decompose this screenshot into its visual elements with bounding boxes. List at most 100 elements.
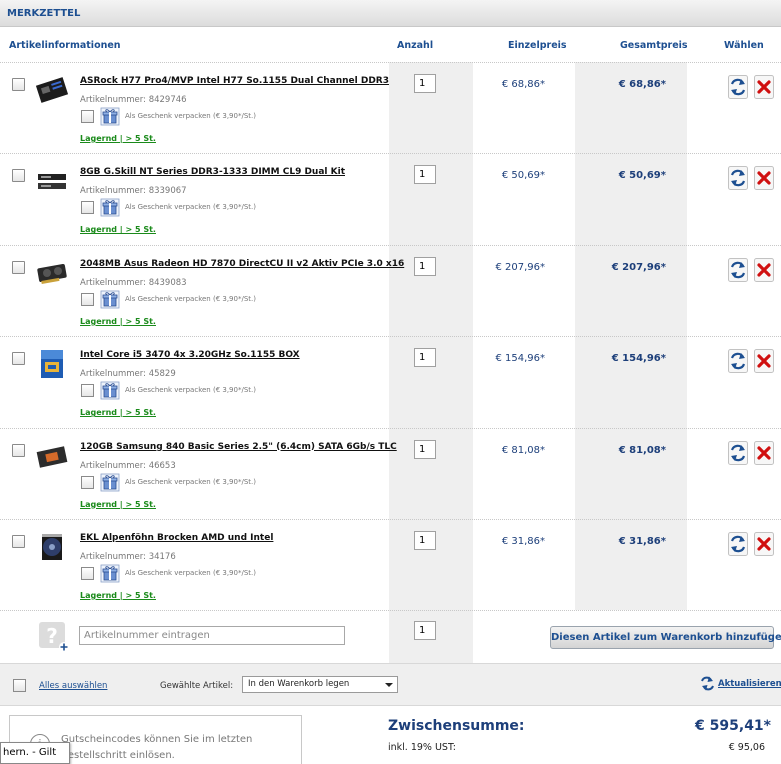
select-all-link[interactable]: Alles auswählen: [39, 681, 107, 691]
unit-price: € 50,69*: [501, 170, 545, 182]
quantity-input[interactable]: 1: [414, 165, 436, 185]
product-name-link[interactable]: 8GB G.Skill NT Series DDR3-1333 DIMM CL9…: [80, 167, 345, 177]
quantity-input[interactable]: 1: [414, 256, 436, 276]
col-header-unit-price: Einzelpreis: [508, 40, 567, 51]
selected-action-dropdown[interactable]: In den Warenkorb legen: [242, 676, 398, 693]
quantity-input[interactable]: 1: [414, 348, 436, 368]
gift-wrap-checkbox[interactable]: [81, 201, 94, 215]
vat-label: inkl. 19% UST:: [388, 742, 456, 753]
add-qty-input[interactable]: 1: [414, 621, 436, 640]
stock-status-link[interactable]: Lagernd | > 5 St.: [80, 317, 156, 326]
product-thumbnail[interactable]: [36, 441, 68, 471]
product-thumbnail[interactable]: [36, 532, 68, 562]
product-name-link[interactable]: 120GB Samsung 840 Basic Series 2.5" (6.4…: [80, 442, 397, 452]
gift-icon: [100, 381, 120, 400]
product-name-link[interactable]: Intel Core i5 3470 4x 3.20GHz So.1155 BO…: [80, 350, 300, 360]
gift-icon: [100, 473, 120, 492]
delete-icon[interactable]: [754, 441, 774, 465]
delete-icon[interactable]: [754, 75, 774, 99]
move-to-cart-icon[interactable]: [728, 166, 748, 190]
product-name-link[interactable]: EKL Alpenföhn Brocken AMD und Intel: [80, 533, 273, 543]
col-header-info: Artikelinformationen: [9, 40, 121, 51]
total-price: € 81,08*: [618, 444, 666, 456]
wishlist-title: MERKZETTEL: [7, 8, 81, 19]
wishlist-row: 2048MB Asus Radeon HD 7870 DirectCU II v…: [0, 244, 781, 337]
row-select-checkbox[interactable]: [12, 352, 25, 366]
col-header-choose: Wählen: [724, 40, 764, 51]
tooltip: hern. - Gilt: [0, 742, 70, 764]
wishlist-row: 8GB G.Skill NT Series DDR3-1333 DIMM CL9…: [0, 153, 781, 245]
product-thumbnail[interactable]: [36, 75, 68, 105]
stock-status-link[interactable]: Lagernd | > 5 St.: [80, 225, 156, 234]
selected-action-value: In den Warenkorb legen: [248, 679, 350, 689]
total-price: € 31,86*: [618, 536, 666, 547]
selection-action-bar: Alles auswählen Gewählte Artikel: In den…: [0, 663, 781, 706]
gift-wrap-checkbox[interactable]: [81, 475, 94, 489]
gift-wrap-label: Als Geschenk verpacken (€ 3,90*/St.): [125, 112, 256, 120]
wishlist-row: EKL Alpenföhn Brocken AMD und Intel Artik…: [0, 519, 781, 611]
gift-wrap-checkbox[interactable]: [81, 110, 94, 123]
total-price: € 68,86*: [618, 79, 666, 90]
stock-status-link[interactable]: Lagernd | > 5 St.: [80, 500, 156, 509]
unknown-product-icon: ?: [39, 622, 69, 652]
svg-text:?: ?: [46, 624, 58, 648]
gift-wrap-checkbox[interactable]: [81, 384, 94, 398]
quantity-input[interactable]: 1: [414, 439, 436, 459]
product-thumbnail[interactable]: [36, 349, 68, 379]
unit-price: € 31,86*: [501, 536, 545, 547]
selected-items-label: Gewählte Artikel:: [160, 681, 234, 691]
move-to-cart-icon[interactable]: [728, 532, 748, 556]
gift-wrap-checkbox[interactable]: [81, 292, 94, 306]
update-link[interactable]: Aktualisieren: [718, 679, 781, 689]
refresh-icon[interactable]: [700, 675, 715, 692]
unit-price: € 81,08*: [501, 444, 545, 456]
stock-status-link[interactable]: Lagernd | > 5 St.: [80, 134, 156, 143]
select-all-checkbox[interactable]: [13, 679, 26, 692]
gift-wrap-label: Als Geschenk verpacken (€ 3,90*/St.): [125, 477, 256, 486]
coupon-text-line2: Bestellschritt einlösen.: [61, 750, 175, 761]
product-thumbnail[interactable]: [36, 258, 68, 288]
col-header-total-price: Gesamtpreis: [620, 40, 688, 51]
row-select-checkbox[interactable]: [12, 78, 25, 91]
move-to-cart-icon[interactable]: [728, 258, 748, 282]
subtotal-label: Zwischensumme:: [388, 718, 525, 734]
wishlist-row: 120GB Samsung 840 Basic Series 2.5" (6.4…: [0, 427, 781, 520]
move-to-cart-icon[interactable]: [728, 75, 748, 99]
gift-icon: [100, 107, 120, 126]
gift-wrap-checkbox[interactable]: [81, 567, 94, 580]
chevron-down-icon: [385, 683, 393, 687]
delete-icon[interactable]: [754, 349, 774, 373]
unit-price: € 207,96*: [495, 261, 545, 273]
wishlist-header: MERKZETTEL: [0, 0, 781, 27]
gift-wrap-label: Als Geschenk verpacken (€ 3,90*/St.): [125, 386, 256, 395]
product-name-link[interactable]: ASRock H77 Pro4/MVP Intel H77 So.1155 Du…: [80, 76, 389, 86]
product-thumbnail[interactable]: [36, 166, 68, 196]
quantity-input[interactable]: 1: [414, 531, 436, 550]
article-number: Artikelnummer: 8339067: [80, 186, 187, 197]
gift-icon: [100, 198, 120, 217]
quantity-input[interactable]: 1: [414, 74, 436, 93]
move-to-cart-icon[interactable]: [728, 441, 748, 465]
delete-icon[interactable]: [754, 532, 774, 556]
delete-icon[interactable]: [754, 258, 774, 282]
unit-price: € 154,96*: [495, 353, 545, 365]
vat-value: € 95,06: [728, 742, 765, 753]
move-to-cart-icon[interactable]: [728, 349, 748, 373]
row-select-checkbox[interactable]: [12, 443, 25, 457]
stock-status-link[interactable]: Lagernd | > 5 St.: [80, 408, 156, 417]
stock-status-link[interactable]: Lagernd | > 5 St.: [80, 591, 156, 600]
row-select-checkbox[interactable]: [12, 169, 25, 183]
gift-wrap-label: Als Geschenk verpacken (€ 3,90*/St.): [125, 569, 256, 577]
article-number-input[interactable]: Artikelnummer eintragen: [79, 626, 345, 645]
unit-price: € 68,86*: [501, 79, 545, 90]
row-select-checkbox[interactable]: [12, 260, 25, 274]
delete-icon[interactable]: [754, 166, 774, 190]
add-to-cart-button[interactable]: Diesen Artikel zum Warenkorb hinzufügen: [550, 626, 781, 649]
total-price: € 50,69*: [618, 170, 666, 182]
product-name-link[interactable]: 2048MB Asus Radeon HD 7870 DirectCU II v…: [80, 259, 404, 269]
row-select-checkbox[interactable]: [12, 535, 25, 548]
wishlist-row: Intel Core i5 3470 4x 3.20GHz So.1155 BO…: [0, 336, 781, 428]
add-article-row: ? Artikelnummer eintragen 1 Diesen Artik…: [0, 610, 781, 663]
article-number: Artikelnummer: 45829: [80, 369, 176, 380]
total-price: € 207,96*: [611, 261, 666, 273]
